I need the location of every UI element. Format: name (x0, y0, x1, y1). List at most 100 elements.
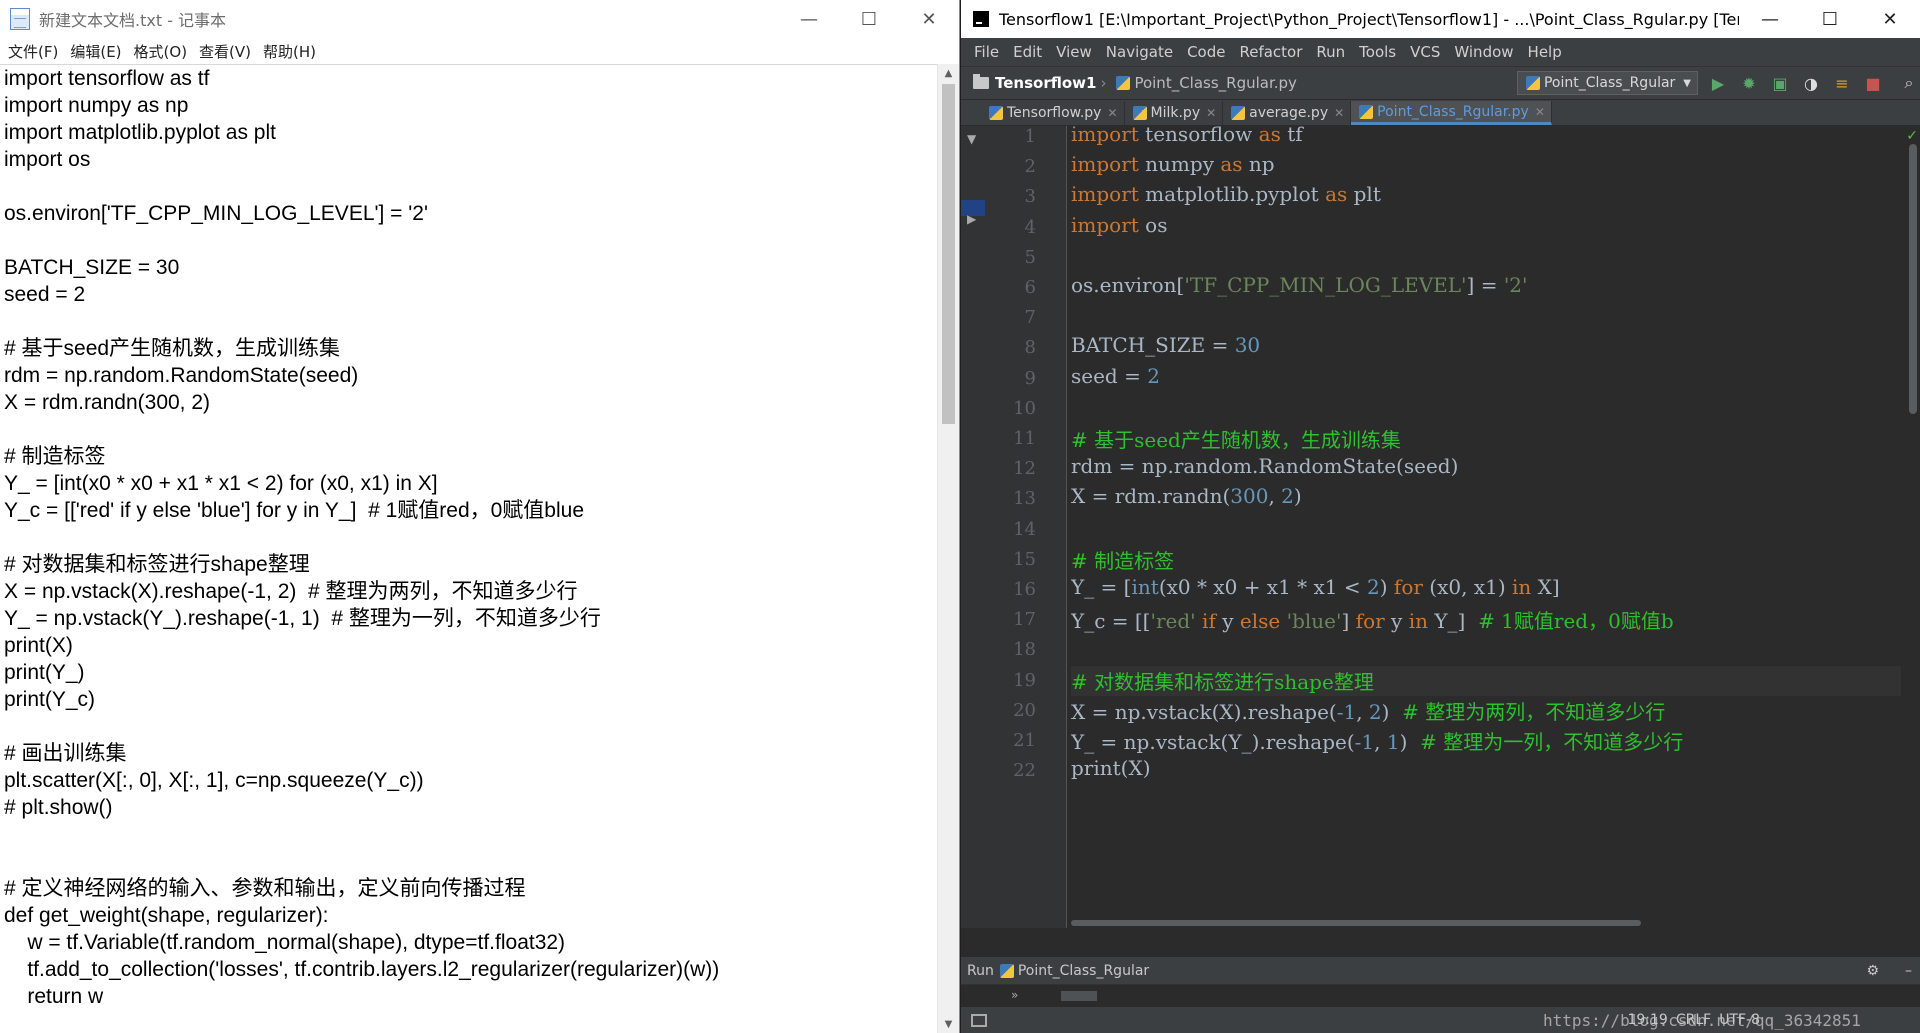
scroll-up-icon[interactable]: ▲ (938, 64, 959, 82)
code-text: , (1374, 730, 1387, 754)
close-icon[interactable]: ✕ (1206, 106, 1216, 120)
coverage-icon[interactable]: ▣ (1769, 72, 1791, 94)
tab-average[interactable]: average.py ✕ (1223, 101, 1352, 125)
notepad-line: Y_ = [int(x0 * x0 + x1 * x1 < 2) for (x0… (4, 472, 438, 495)
stop-icon[interactable]: ■ (1862, 72, 1884, 94)
search-icon[interactable]: ⌕ (1898, 72, 1920, 94)
run-name[interactable]: Point_Class_Rgular (1018, 963, 1149, 979)
menu-file[interactable]: 文件(F) (4, 41, 66, 62)
vertical-scrollbar[interactable]: ✓ (1906, 126, 1920, 928)
line-number: 5 (1024, 246, 1036, 268)
code-line: import tensorflow as tf (1071, 126, 1303, 152)
notepad-window: 新建文本文档.txt - 记事本 — ☐ ✕ 文件(F) 编辑(E) 格式(O)… (0, 0, 960, 1033)
close-icon[interactable]: ✕ (1860, 0, 1920, 38)
horizontal-scrollbar[interactable] (1071, 918, 1901, 928)
run-config-select[interactable]: Point_Class_Rgular ▼ (1516, 71, 1698, 95)
menu-help[interactable]: Help (1521, 43, 1569, 61)
line-number: 13 (1013, 488, 1036, 510)
scrollbar-thumb[interactable] (942, 84, 955, 424)
close-icon[interactable]: ✕ (1535, 105, 1545, 119)
notepad-line: # 制造标签 (4, 445, 106, 468)
code-text: numpy (1145, 152, 1214, 177)
close-icon[interactable]: ✕ (1107, 106, 1117, 120)
tab-milk[interactable]: Milk.py ✕ (1125, 101, 1224, 125)
notepad-line (4, 848, 938, 875)
debug-icon[interactable]: ✹ (1738, 72, 1760, 94)
notepad-line: # 基于seed产生随机数，生成训练集 (4, 337, 341, 360)
tab-tensorflow[interactable]: Tensorflow.py ✕ (981, 101, 1125, 125)
notepad-line (4, 713, 938, 740)
code-keyword: as (1325, 182, 1348, 207)
code-text: ) (1399, 730, 1421, 754)
tab-label: Tensorflow.py (1007, 105, 1102, 121)
menu-view[interactable]: 查看(V) (195, 41, 259, 62)
code-string: '2' (1503, 273, 1528, 297)
breadcrumb-file[interactable]: Point_Class_Rgular.py (1134, 74, 1296, 92)
menu-vcs[interactable]: VCS (1403, 43, 1447, 61)
line-number: 8 (1024, 337, 1036, 359)
minimize-panel-icon[interactable]: – (1905, 963, 1912, 979)
tool-windows-icon[interactable] (971, 1013, 987, 1027)
scrollbar-thumb[interactable] (1909, 144, 1917, 414)
code-keyword: in (1408, 609, 1428, 634)
run-label[interactable]: Run (967, 963, 994, 979)
menu-tools[interactable]: Tools (1352, 43, 1403, 61)
code-text: seed = (1071, 363, 1148, 388)
menu-view[interactable]: View (1049, 43, 1099, 61)
menu-file[interactable]: File (967, 43, 1006, 61)
notepad-line: def get_weight(shape, regularizer): (4, 904, 329, 927)
line-number: 9 (1024, 367, 1036, 389)
notepad-line: BATCH_SIZE = 30 (4, 256, 180, 279)
python-file-icon (1132, 106, 1147, 120)
code-content[interactable]: import tensorflow as tf import numpy as n… (1071, 126, 1901, 928)
close-icon[interactable]: ✕ (1334, 106, 1344, 120)
profile-icon[interactable]: ◑ (1800, 72, 1822, 94)
menu-help[interactable]: 帮助(H) (259, 41, 324, 62)
run-icon[interactable]: ▶ (1707, 72, 1729, 94)
scrollbar-thumb[interactable] (1071, 920, 1641, 926)
menu-code[interactable]: Code (1180, 43, 1232, 61)
maximize-icon[interactable]: ☐ (1800, 0, 1860, 38)
gear-icon[interactable]: ⚙ (1866, 963, 1879, 979)
minimize-icon[interactable]: — (1740, 0, 1800, 38)
run-tab[interactable] (1061, 991, 1097, 1001)
menu-refactor[interactable]: Refactor (1232, 43, 1309, 61)
notepad-line: import numpy as np (4, 94, 189, 117)
collapse-arrow-icon[interactable]: ▼ (967, 132, 976, 146)
code-keyword: for (1355, 609, 1385, 634)
notepad-line: # 画出训练集 (4, 742, 127, 765)
python-file-icon (1359, 104, 1374, 119)
code-editor[interactable]: ▼ ▶ 1 2 3 4 5 6 7 8 9 10 11 12 13 14 15 16 17 18 19 20 21 22 … (961, 126, 1920, 928)
notepad-text-area[interactable]: import tensorflow as tf import numpy as n… (0, 64, 938, 1033)
python-file-icon (1231, 106, 1246, 120)
breadcrumb-project[interactable]: Tensorflow1 (995, 74, 1096, 92)
menu-window[interactable]: Window (1447, 43, 1520, 61)
line-number: 22 (1013, 760, 1036, 782)
menu-run[interactable]: Run (1309, 43, 1352, 61)
code-text: os (1145, 212, 1168, 237)
menu-navigate[interactable]: Navigate (1099, 43, 1180, 61)
code-string: 'TF_CPP_MIN_LOG_LEVEL' (1184, 273, 1467, 297)
minimize-icon[interactable]: — (779, 0, 839, 38)
run-tool-window-header: Run Point_Class_Rgular ⚙ – (961, 956, 1920, 984)
maximize-icon[interactable]: ☐ (839, 0, 899, 38)
line-number: 11 (1013, 428, 1036, 449)
chevron-down-icon: ▼ (1683, 77, 1691, 89)
close-icon[interactable]: ✕ (899, 0, 959, 38)
code-text: Y_ = [ (1071, 575, 1132, 599)
expand-arrow-icon[interactable]: ▶ (967, 212, 976, 226)
code-text: X = np.vstack(X).reshape( (1071, 699, 1337, 724)
code-line: import numpy as np (1071, 152, 1275, 182)
tab-point-class-rgular[interactable]: Point_Class_Rgular.py ✕ (1351, 101, 1552, 125)
menu-edit[interactable]: 编辑(E) (66, 41, 129, 62)
more-icon[interactable]: » (1011, 988, 1018, 1002)
code-text: ) (1293, 484, 1302, 509)
concurrency-icon[interactable]: ≡ (1831, 72, 1853, 94)
menu-format[interactable]: 格式(O) (130, 41, 196, 62)
code-number: -1 (1336, 699, 1357, 724)
code-number: 2 (1368, 699, 1382, 724)
ide-title: Tensorflow1 [E:\Important_Project\Python… (999, 9, 1739, 29)
scroll-down-icon[interactable]: ▼ (938, 1015, 959, 1033)
notepad-scrollbar[interactable]: ▲ ▼ (937, 64, 959, 1033)
menu-edit[interactable]: Edit (1006, 43, 1049, 61)
